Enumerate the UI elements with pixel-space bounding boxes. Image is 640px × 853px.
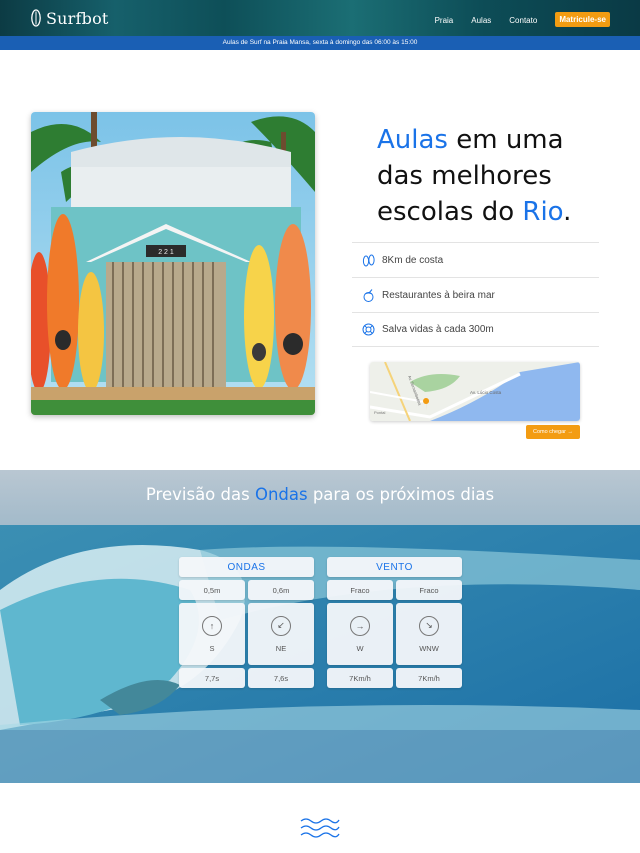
directions-button[interactable]: Como chegar → bbox=[526, 425, 580, 439]
wind-strength-day-1: Fraco bbox=[327, 580, 393, 600]
map-label-lucio-costa: Av. Lúcio Costa bbox=[470, 390, 502, 395]
house-number: 2 2 1 bbox=[158, 249, 174, 256]
nav-contato[interactable]: Contato bbox=[509, 16, 537, 25]
hero-title: Aulas em uma das melhores escolas do Rio… bbox=[377, 122, 617, 230]
arrow-up-icon: ↑ bbox=[202, 615, 222, 636]
wave-direction-label: S bbox=[209, 643, 215, 653]
arrow-down-right-icon: ↘ bbox=[419, 615, 439, 636]
vento-header: VENTO bbox=[327, 557, 462, 577]
forecast-title-accent: Ondas bbox=[254, 485, 308, 504]
wind-strength-day-2: Fraco bbox=[396, 580, 462, 600]
logo[interactable]: Surfbot bbox=[30, 8, 109, 28]
enroll-button[interactable]: Matricule-se bbox=[555, 12, 610, 27]
forecast-title-part-2: para os próximos dias bbox=[307, 485, 495, 504]
map-label-pontal: Pontal bbox=[374, 410, 385, 415]
location-map[interactable]: Av. Lúcio Costa Av. Sernambetiba Pontal bbox=[370, 362, 580, 421]
flip-flops-icon bbox=[362, 254, 375, 266]
wave-direction-label: NE bbox=[275, 643, 287, 653]
header: Surfbot Praia Aulas Contato Matricule-se bbox=[0, 0, 640, 36]
main-nav: Praia Aulas Contato Matricule-se bbox=[417, 12, 610, 28]
forecast-section bbox=[0, 470, 640, 783]
coconut-drink-icon bbox=[363, 288, 374, 302]
wave-photo bbox=[0, 525, 640, 783]
wave-height-day-2: 0,6m bbox=[248, 580, 314, 600]
logo-text: Surfbot bbox=[46, 8, 109, 28]
nav-aulas[interactable]: Aulas bbox=[471, 16, 491, 25]
wave-height-day-1: 0,5m bbox=[179, 580, 245, 600]
feature-lifeguards: Salva vidas à cada 300m bbox=[352, 312, 599, 347]
forecast-title: Previsão das Ondas para os próximos dias bbox=[0, 485, 640, 504]
arrow-down-left-icon: ↙ bbox=[271, 615, 291, 636]
wind-direction-label: WNW bbox=[419, 643, 439, 653]
wave-period-day-2: 7,6s bbox=[248, 668, 314, 688]
wind-direction-label: W bbox=[356, 643, 364, 653]
wind-direction-day-2: ↘ WNW bbox=[396, 603, 462, 665]
arrow-right-icon: → bbox=[350, 615, 370, 636]
feature-list: 8Km de costa Restaurantes à beira mar Sa… bbox=[352, 242, 599, 347]
hero-title-end: . bbox=[563, 197, 572, 227]
feature-coast: 8Km de costa bbox=[352, 242, 599, 277]
feature-restaurants-text: Restaurantes à beira mar bbox=[382, 289, 495, 301]
announcement-bar: Aulas de Surf na Praia Mansa, sexta à do… bbox=[0, 36, 640, 50]
wave-direction-day-2: ↙ NE bbox=[248, 603, 314, 665]
ondas-header: ONDAS bbox=[179, 557, 314, 577]
nav-praia[interactable]: Praia bbox=[435, 16, 454, 25]
wind-speed-day-1: 7Km/h bbox=[327, 668, 393, 688]
wave-period-day-1: 7,7s bbox=[179, 668, 245, 688]
hero-title-accent-aulas: Aulas bbox=[377, 125, 448, 155]
wind-direction-day-1: → W bbox=[327, 603, 393, 665]
waves-icon bbox=[300, 818, 340, 838]
hero-title-accent-rio: Rio bbox=[522, 197, 564, 227]
forecast-title-part-1: Previsão das bbox=[145, 485, 255, 504]
feature-lifeguards-text: Salva vidas à cada 300m bbox=[382, 324, 494, 335]
wind-speed-day-2: 7Km/h bbox=[396, 668, 462, 688]
wave-direction-day-1: ↑ S bbox=[179, 603, 245, 665]
lifebuoy-icon bbox=[362, 323, 375, 336]
surfboard-icon bbox=[31, 9, 41, 27]
feature-coast-text: 8Km de costa bbox=[382, 254, 444, 266]
feature-restaurants: Restaurantes à beira mar bbox=[352, 277, 599, 312]
surfboards-photo: 2 2 1 bbox=[31, 112, 315, 415]
